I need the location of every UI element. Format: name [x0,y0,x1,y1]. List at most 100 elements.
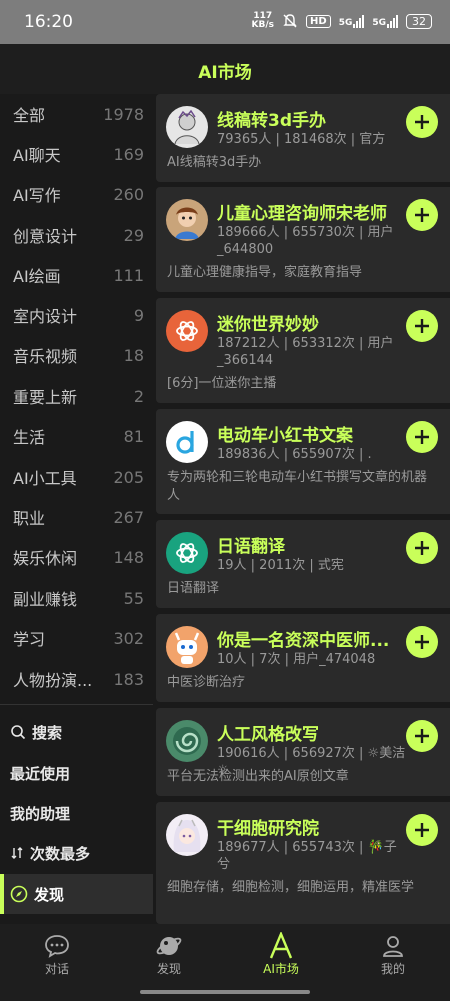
category-count: 205 [113,467,144,487]
signal-1: 5G [339,14,365,28]
category-count: 267 [113,507,144,527]
category-count: 183 [113,669,144,689]
assistant-list: 线稿转3d手办 79365人 | 181468次 | 官方 AI线稿转3d手办 … [153,94,450,924]
home-indicator[interactable] [140,990,310,994]
nav-chat-label: 对话 [44,962,69,976]
category-label: AI聊天 [13,146,61,165]
category-item-career[interactable]: 职业 267 [0,497,153,537]
most-used-sort-action[interactable]: 次数最多 [0,833,153,873]
assistant-card[interactable]: 人工风格改写 190616人 | 656927次 | ☼美洁☼ 平台无法检测出来… [156,708,450,796]
nav-profile[interactable]: 我的 [353,932,433,977]
plus-icon [415,635,429,649]
assistant-description: [6分]一位迷你主播 [167,376,277,391]
assistant-title: 干细胞研究院 [217,819,319,839]
category-item-all[interactable]: 全部 1978 [0,94,153,134]
signal-2: 5G [372,14,398,28]
assistant-description: 专为两轮和三轮电动车小红书撰写文章的机器人 [167,470,428,503]
category-item-life[interactable]: 生活 81 [0,416,153,456]
category-item-ai-chat[interactable]: AI聊天 169 [0,134,153,174]
category-item-creative-design[interactable]: 创意设计 29 [0,215,153,255]
add-assistant-button[interactable] [406,626,438,658]
openai-orange-avatar [166,310,208,352]
plus-icon [415,541,429,555]
plus-icon [415,823,429,837]
category-item-entertainment[interactable]: 娱乐休闲 148 [0,537,153,577]
spiral-avatar [166,720,208,762]
category-label: AI写作 [13,186,61,205]
category-count: 111 [113,265,144,285]
nav-discover[interactable]: 发现 [129,932,209,977]
add-assistant-button[interactable] [406,421,438,453]
nav-ai-market[interactable]: AI市场 [241,932,321,977]
compass-icon [10,885,28,903]
category-label: 室内设计 [13,307,78,326]
discover-action[interactable]: 发现 [0,874,153,914]
top-bar: AI市场 [0,44,450,94]
assistant-meta: 79365人 | 181468次 | 官方 [217,132,386,147]
assistant-description: AI线稿转3d手办 [167,155,262,170]
category-count: 55 [123,588,144,608]
category-count: 169 [113,144,144,164]
add-assistant-button[interactable] [406,532,438,564]
assistant-card[interactable]: 线稿转3d手办 79365人 | 181468次 | 官方 AI线稿转3d手办 [156,94,450,182]
category-item-side-income[interactable]: 副业赚钱 55 [0,578,153,618]
category-label: 生活 [13,428,46,447]
add-assistant-button[interactable] [406,814,438,846]
letter-d-avatar [166,421,208,463]
nav-ai-market-label: AI市场 [263,962,299,976]
planet-icon [156,937,182,955]
assistant-meta: 189666人 | 655730次 | 用户_644800 [217,225,394,257]
hd-badge: HD [306,14,331,28]
category-item-interior-design[interactable]: 室内设计 9 [0,295,153,335]
assistant-meta: 187212人 | 653312次 | 用户_366144 [217,336,394,368]
plus-icon [415,430,429,444]
category-label: 副业赚钱 [13,590,78,609]
chat-icon [45,935,69,958]
category-label: 全部 [13,106,46,125]
assistant-card[interactable]: 迷你世界妙妙 187212人 | 653312次 | 用户_366144 [6分… [156,298,450,403]
page-title: AI市场 [198,63,252,83]
status-time: 16:20 [24,12,73,32]
add-assistant-button[interactable] [406,720,438,752]
category-item-ai-writing[interactable]: AI写作 260 [0,174,153,214]
assistant-card[interactable]: 电动车小红书文案 189836人 | 655907次 | . 专为两轮和三轮电动… [156,409,450,514]
add-assistant-button[interactable] [406,310,438,342]
category-label: AI绘画 [13,267,61,286]
my-assistants-action[interactable]: 我的助理 [0,793,153,833]
assistant-card[interactable]: 干细胞研究院 189677人 | 655743次 | 🎋子兮 细胞存储，细胞检测… [156,802,450,924]
category-item-new-releases[interactable]: 重要上新 2 [0,376,153,416]
my-assistants-label: 我的助理 [10,804,71,823]
assistant-card[interactable]: 你是一名资深中医师... 10人 | 7次 | 用户_474048 中医诊断治疗 [156,614,450,702]
category-count: 29 [123,225,144,245]
plus-icon [415,115,429,129]
category-item-music-video[interactable]: 音乐视频 18 [0,335,153,375]
category-sidebar: 全部 1978 AI聊天 169 AI写作 260 创意设计 29 AI绘画 111 室内… [0,94,153,924]
net-speed-unit: KB/s [251,20,275,30]
robot-avatar [166,626,208,668]
add-assistant-button[interactable] [406,106,438,138]
active-indicator [0,874,4,914]
sketch-figure-avatar [166,106,208,148]
category-label: 娱乐休闲 [13,549,78,568]
assistant-title: 儿童心理咨询师宋老师 [217,204,387,224]
assistant-title: 迷你世界妙妙 [217,315,319,335]
category-item-ai-painting[interactable]: AI绘画 111 [0,255,153,295]
assistant-meta: 189677人 | 655743次 | 🎋子兮 [217,840,397,872]
category-label: 学习 [13,630,46,649]
plus-icon [415,319,429,333]
assistant-card[interactable]: 儿童心理咨询师宋老师 189666人 | 655730次 | 用户_644800… [156,187,450,292]
search-action[interactable]: 搜索 [0,712,153,752]
assistant-description: 日语翻译 [167,581,220,596]
category-item-ai-tools[interactable]: AI小工具 205 [0,457,153,497]
assistant-meta: 10人 | 7次 | 用户_474048 [217,652,376,667]
assistant-title: 电动车小红书文案 [217,426,353,446]
recent-action[interactable]: 最近使用 [0,753,153,793]
category-count: 2 [133,386,144,406]
letter-a-icon [269,932,293,959]
add-assistant-button[interactable] [406,199,438,231]
sidebar-divider [0,704,153,705]
nav-chat[interactable]: 对话 [17,932,97,977]
category-item-study[interactable]: 学习 302 [0,618,153,658]
category-item-roleplay[interactable]: 人物扮演... 183 [0,659,153,699]
assistant-card[interactable]: 日语翻译 19人 | 2011次 | 式宪 日语翻译 [156,520,450,608]
